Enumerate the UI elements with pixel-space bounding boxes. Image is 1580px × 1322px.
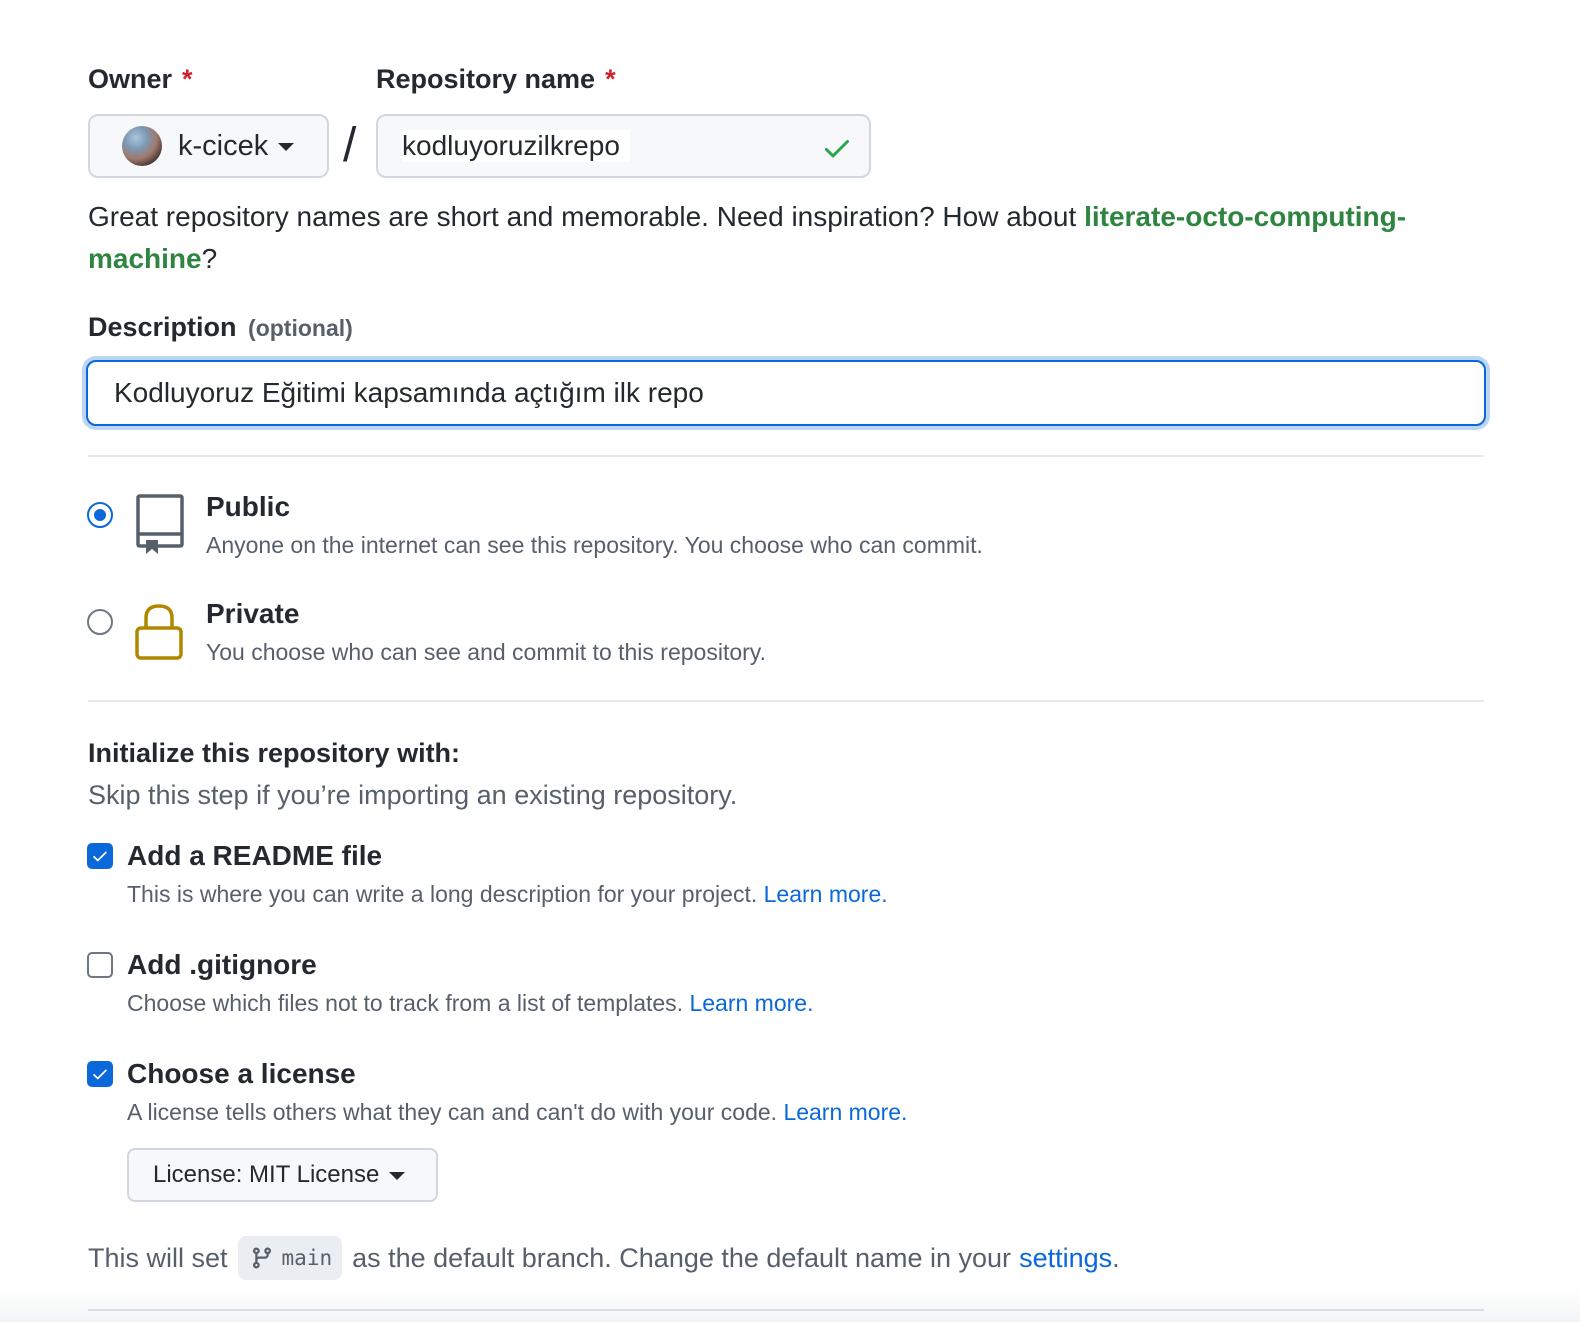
default-branch-prefix: This will set (88, 1242, 228, 1273)
gitignore-desc: Choose which files not to track from a l… (127, 990, 813, 1017)
license-checkbox[interactable] (87, 1061, 113, 1087)
repo-name-hint: Great repository names are short and mem… (88, 196, 1508, 280)
repo-icon (136, 494, 184, 554)
readme-desc-text: This is where you can write a long descr… (127, 881, 758, 907)
repo-name-input[interactable]: kodluyoruzilkrepo (376, 114, 871, 178)
divider (88, 700, 1484, 702)
readme-learn-more-link[interactable]: Learn more. (764, 881, 888, 907)
description-label: Description (optional) (88, 312, 353, 343)
hint-suffix: ? (201, 243, 218, 274)
private-desc: You choose who can see and commit to thi… (206, 639, 766, 665)
gitignore-title: Add .gitignore (127, 949, 317, 980)
git-branch-icon (252, 1247, 271, 1269)
owner-label: Owner * (88, 64, 193, 95)
description-input[interactable]: Kodluyoruz Eğitimi kapsamında açtığım il… (86, 360, 1486, 426)
gitignore-learn-more-link[interactable]: Learn more. (689, 990, 813, 1016)
license-desc: A license tells others what they can and… (127, 1099, 907, 1126)
license-select-label: License: MIT License (153, 1161, 380, 1188)
description-value: Kodluyoruz Eğitimi kapsamında açtığım il… (114, 377, 704, 408)
initialize-subtitle: Skip this step if you’re importing an ex… (88, 780, 738, 810)
checkmark-icon (93, 1069, 107, 1080)
license-desc-text: A license tells others what they can and… (127, 1099, 778, 1125)
divider (88, 455, 1484, 457)
license-select[interactable]: License: MIT License (127, 1148, 438, 1202)
check-icon (824, 140, 849, 158)
owner-required-mark: * (182, 64, 193, 94)
repo-name-label-text: Repository name (376, 64, 596, 94)
initialize-title: Initialize this repository with: (88, 738, 461, 768)
lock-icon (135, 604, 183, 660)
default-branch-middle: as the default branch. Change the defaul… (352, 1242, 1012, 1273)
settings-link[interactable]: settings (1019, 1243, 1112, 1274)
default-branch-note: This will set main as the default branch… (88, 1236, 1120, 1280)
repo-name-value: kodluyoruzilkrepo (402, 130, 630, 162)
private-title: Private (206, 598, 300, 629)
owner-name: k-cicek (178, 129, 269, 162)
default-branch-suffix: . (1112, 1242, 1120, 1273)
readme-desc: This is where you can write a long descr… (127, 881, 888, 908)
branch-pill: main (237, 1236, 343, 1280)
license-learn-more-link[interactable]: Learn more. (783, 1099, 907, 1125)
readme-checkbox[interactable] (87, 843, 113, 869)
caret-down-icon (278, 143, 295, 151)
checkmark-icon (93, 851, 107, 862)
bottom-fade (0, 1290, 1580, 1322)
public-title: Public (206, 491, 291, 522)
hint-text: Great repository names are short and mem… (88, 201, 1085, 232)
public-radio[interactable] (87, 502, 113, 528)
private-radio[interactable] (87, 609, 113, 635)
owner-repo-separator: / (343, 119, 357, 172)
avatar (122, 126, 162, 166)
gitignore-checkbox[interactable] (87, 952, 113, 978)
owner-label-text: Owner (88, 64, 173, 94)
license-title: Choose a license (127, 1058, 356, 1089)
caret-down-icon (389, 1172, 406, 1180)
branch-name: main (281, 1246, 333, 1270)
readme-title: Add a README file (127, 840, 383, 871)
owner-select[interactable]: k-cicek (88, 114, 329, 178)
gitignore-desc-text: Choose which files not to track from a l… (127, 990, 684, 1016)
repo-name-required-mark: * (605, 64, 616, 94)
description-label-text: Description (88, 312, 237, 342)
repo-name-label: Repository name * (376, 64, 616, 95)
optional-note: (optional) (248, 315, 353, 341)
divider (88, 1309, 1484, 1311)
new-repository-form: Owner * k-cicek / Repository name * kodluy… (0, 0, 1580, 1322)
public-desc: Anyone on the internet can see this repo… (206, 532, 983, 558)
